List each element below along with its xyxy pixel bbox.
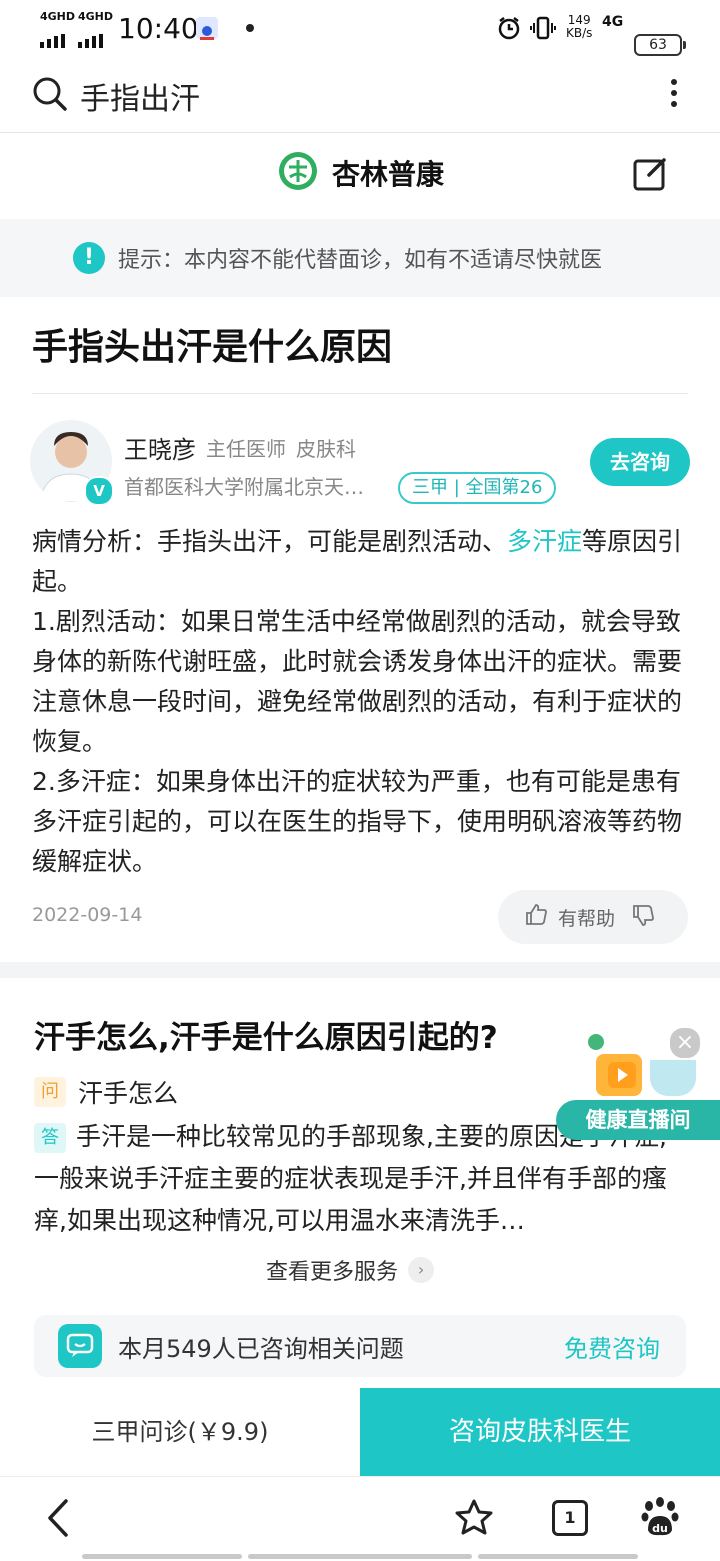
consult-count-text: 本月549人已咨询相关问题 xyxy=(118,1334,404,1363)
doctor-hospital: 首都医科大学附属北京天… xyxy=(124,475,364,499)
chat-bubble-icon xyxy=(58,1324,102,1368)
vibrate-icon xyxy=(530,15,556,48)
analysis-content: 病情分析：手指头出汗，可能是剧烈活动、多汗症等原因引起。 1.剧烈活动：如果日常… xyxy=(32,522,692,882)
signal-2: 4GHD xyxy=(78,10,114,55)
doctor-title: 主任医师 xyxy=(206,437,286,461)
analysis-text: 病情分析：手指头出汗，可能是剧烈活动、 xyxy=(32,527,508,556)
edit-icon[interactable] xyxy=(632,154,670,196)
notice-text: 提示：本内容不能代替面诊，如有不适请尽快就医 xyxy=(118,248,603,273)
speed-unit: KB/s xyxy=(566,26,593,40)
signal-bars-icon xyxy=(78,34,103,48)
hyperhidrosis-link[interactable]: 多汗症 xyxy=(507,527,582,556)
consult-button[interactable]: 去咨询 xyxy=(590,438,690,486)
baidu-paw-icon[interactable]: du xyxy=(640,1496,680,1542)
sanjia-consult-button[interactable]: 三甲问诊(￥9.9) xyxy=(0,1388,360,1476)
more-services-label[interactable]: 查看更多服务 xyxy=(266,1254,398,1286)
brand-logo-icon xyxy=(278,151,318,195)
status-bar: 4GHD 4GHD 10:40 149 KB/s 4G 63 xyxy=(0,0,720,56)
dermatology-consult-button[interactable]: 咨询皮肤科医生 xyxy=(360,1388,720,1476)
network-label-1: 4GHD xyxy=(40,10,76,23)
more-services-link[interactable]: 查看更多服务 › xyxy=(266,1254,435,1286)
section-separator xyxy=(0,962,720,978)
search-icon[interactable] xyxy=(32,76,68,116)
network-speed: 149 KB/s xyxy=(566,14,592,40)
hospital-rank-badge: 三甲 | 全国第26 xyxy=(398,472,557,504)
helpful-feedback: 有帮助 xyxy=(498,890,688,944)
back-icon[interactable] xyxy=(44,1498,72,1542)
signal-bars-icon xyxy=(40,34,65,48)
battery-level: 63 xyxy=(649,37,667,53)
video-camera-icon xyxy=(596,1054,642,1096)
qa-question: 问 汗手怎么 xyxy=(34,1074,178,1110)
gear-icon xyxy=(588,1034,604,1050)
article-date: 2022-09-14 xyxy=(32,904,143,926)
thumbs-down-icon[interactable] xyxy=(631,903,655,932)
qa-title[interactable]: 汗手怎么,汗手是什么原因引起的? xyxy=(34,1012,498,1057)
gesture-bar xyxy=(248,1554,472,1559)
clock-time: 10:40 xyxy=(118,12,199,45)
close-icon[interactable]: × xyxy=(668,1026,702,1060)
alarm-icon xyxy=(496,15,522,48)
question-text: 汗手怎么 xyxy=(78,1079,179,1108)
network-label-2: 4GHD xyxy=(78,10,114,23)
gesture-bar xyxy=(82,1554,242,1559)
tabs-count-button[interactable]: 1 xyxy=(552,1500,588,1536)
more-menu-icon[interactable] xyxy=(671,74,677,112)
exclamation-icon: ! xyxy=(73,242,105,274)
baidu-app-icon xyxy=(196,17,218,40)
notice-banner: ! 提示：本内容不能代替面诊，如有不适请尽快就医 xyxy=(0,219,720,297)
consult-strip[interactable]: 本月549人已咨询相关问题 免费咨询 xyxy=(34,1315,686,1377)
chevron-right-icon: › xyxy=(408,1257,435,1283)
live-broadcast-label[interactable]: 健康直播间 xyxy=(556,1100,720,1140)
browser-nav-bar xyxy=(0,1476,720,1561)
title-divider xyxy=(32,393,688,394)
battery-icon: 63 xyxy=(634,34,686,56)
notification-dot-icon xyxy=(246,24,254,32)
gesture-bar xyxy=(478,1554,638,1559)
network-type: 4G xyxy=(602,14,624,30)
live-broadcast-widget[interactable]: × 健康直播间 xyxy=(556,1024,720,1144)
helpful-label[interactable]: 有帮助 xyxy=(558,904,615,931)
flask-icon xyxy=(650,1060,696,1096)
analysis-paragraph-2: 1.剧烈活动：如果日常生活中经常做剧烈的活动，就会导致身体的新陈代谢旺盛，此时就… xyxy=(32,607,683,756)
favorite-star-icon[interactable] xyxy=(454,1498,494,1542)
thumbs-up-icon[interactable] xyxy=(524,903,548,932)
doctor-name[interactable]: 王晓彦 xyxy=(124,430,196,465)
doctor-info: 王晓彦 主任医师 皮肤科 xyxy=(124,430,356,465)
analysis-paragraph-3: 2.多汗症：如果身体出汗的症状较为严重，也有可能是患有多汗症引起的，可以在医生的… xyxy=(32,767,683,876)
svg-text:du: du xyxy=(652,1522,668,1535)
verified-badge-icon: V xyxy=(84,476,114,506)
analysis-paragraph-1: 病情分析：手指头出汗，可能是剧烈活动、多汗症等原因引起。 xyxy=(32,522,692,602)
doctor-department: 皮肤科 xyxy=(296,437,356,461)
question-tag: 问 xyxy=(34,1077,66,1107)
article-title: 手指头出汗是什么原因 xyxy=(32,327,393,368)
answer-tag: 答 xyxy=(34,1123,66,1153)
free-consult-link[interactable]: 免费咨询 xyxy=(564,1329,660,1364)
signal-1: 4GHD xyxy=(40,10,76,55)
search-input[interactable]: 手指出汗 xyxy=(80,74,200,118)
brand-name: 杏林普康 xyxy=(332,158,445,191)
